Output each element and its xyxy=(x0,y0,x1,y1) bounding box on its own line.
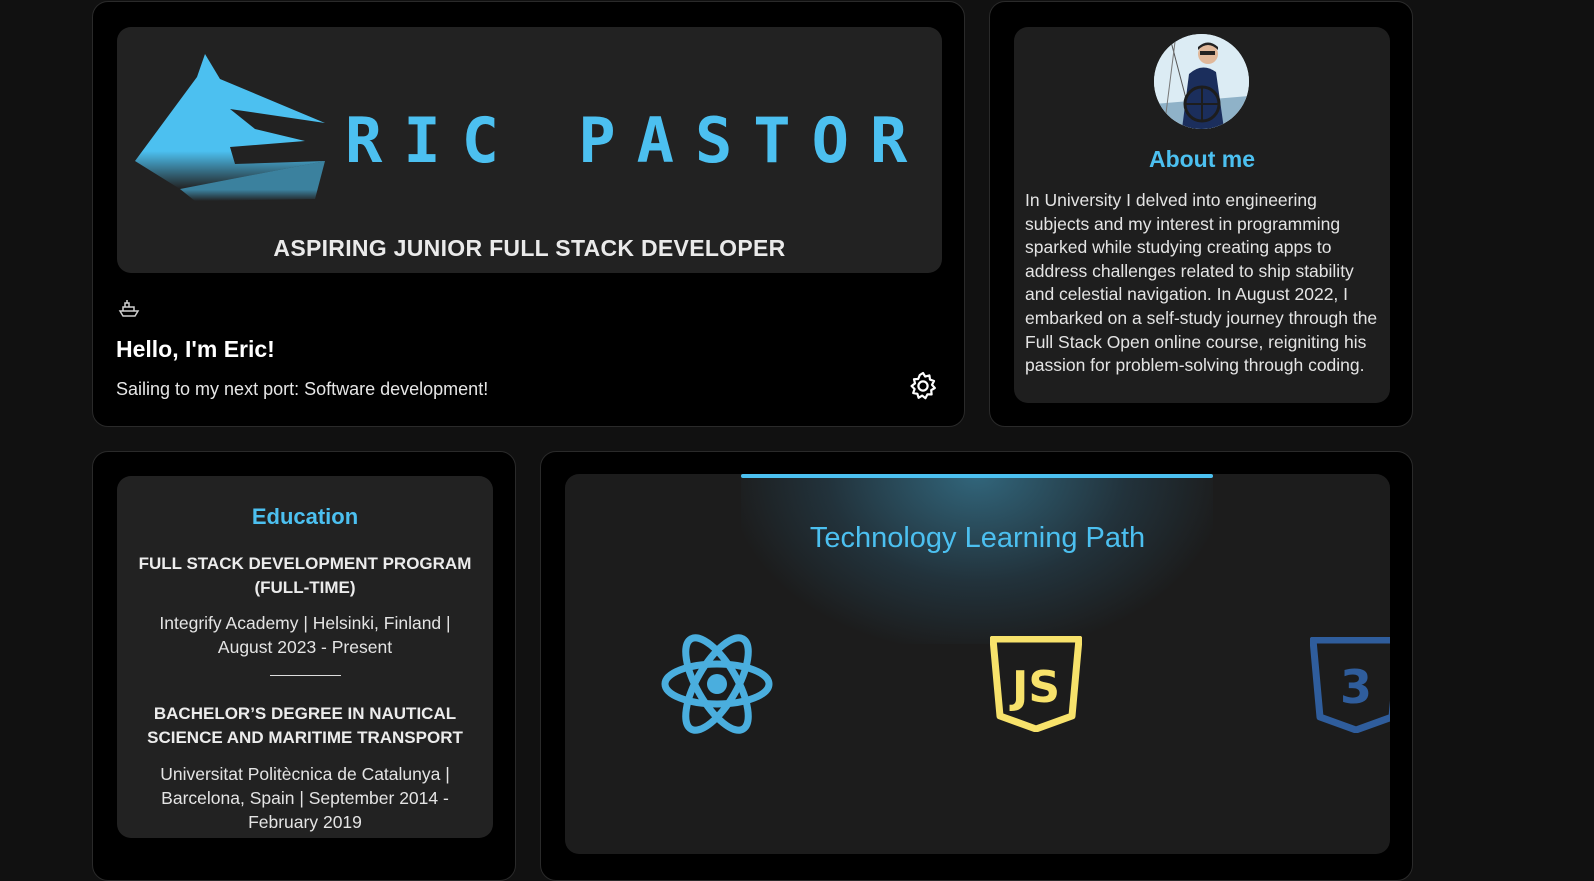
greeting-heading: Hello, I'm Eric! xyxy=(116,336,275,362)
education-panel: Education FULL STACK DEVELOPMENT PROGRAM… xyxy=(117,476,493,838)
logo-text: RIC PASTOR xyxy=(345,104,928,177)
tagline-text: Sailing to my next port: Software develo… xyxy=(116,379,489,399)
education-title: Education xyxy=(251,504,359,529)
education-detail: Integrify Academy | Helsinki, Finland | … xyxy=(159,613,451,657)
tech-glow xyxy=(741,474,1213,644)
tech-accent-bar xyxy=(741,474,1213,478)
tech-card: Technology Learning Path JS 3 xyxy=(540,451,1413,881)
about-title: About me xyxy=(1148,146,1256,172)
ship-icon xyxy=(118,300,140,317)
hero-card: RIC PASTOR ASPIRING JUNIOR FULL STACK DE… xyxy=(92,1,965,427)
hero-subtitle: ASPIRING JUNIOR FULL STACK DEVELOPER xyxy=(273,235,786,261)
avatar xyxy=(1154,34,1249,129)
education-detail: Universitat Politècnica de Catalunya | B… xyxy=(160,764,450,832)
tech-panel: Technology Learning Path JS 3 xyxy=(565,474,1390,854)
education-divider xyxy=(270,675,341,676)
gear-icon[interactable] xyxy=(907,370,939,402)
tech-title: Technology Learning Path xyxy=(809,522,1146,554)
about-panel: About me In University I delved into eng… xyxy=(1014,27,1390,403)
logo-icon: RIC PASTOR xyxy=(135,54,928,201)
education-degree: FULL STACK DEVELOPMENT PROGRAM (FULL-TIM… xyxy=(138,554,472,597)
education-card: Education FULL STACK DEVELOPMENT PROGRAM… xyxy=(92,451,516,881)
css3-icon: 3 xyxy=(1310,637,1390,733)
javascript-logo-text: JS xyxy=(1009,662,1060,713)
css3-logo-text: 3 xyxy=(1340,660,1372,714)
hero-banner: RIC PASTOR ASPIRING JUNIOR FULL STACK DE… xyxy=(117,27,942,273)
react-icon xyxy=(661,634,773,734)
about-card: About me In University I delved into eng… xyxy=(989,1,1413,427)
about-text: In University I delved into engineering … xyxy=(1025,190,1378,376)
education-degree: BACHELOR’S DEGREE IN NAUTICAL SCIENCE AN… xyxy=(147,704,463,747)
javascript-icon: JS xyxy=(990,636,1082,732)
